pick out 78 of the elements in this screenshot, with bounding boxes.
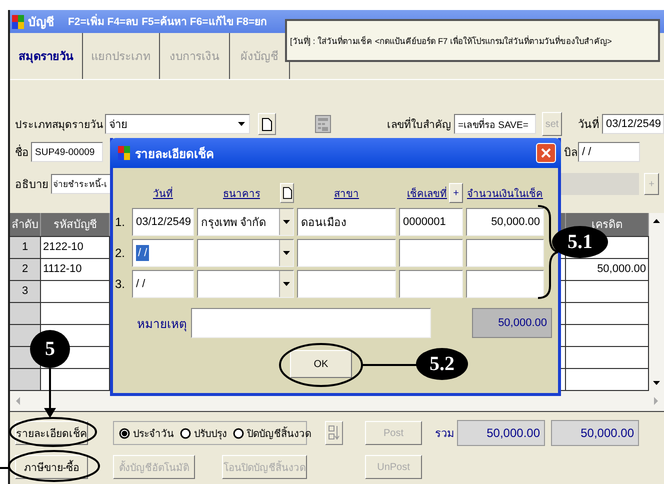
cheque-number-field[interactable] [399,270,463,298]
document-icon [262,118,272,130]
bill-field[interactable]: / / [578,142,640,162]
branch-field[interactable] [297,270,396,298]
document-icon [282,187,292,199]
sort-button[interactable] [325,421,343,445]
amount-field[interactable] [466,239,544,267]
cheque-number-field[interactable] [399,239,463,267]
field-label: อธิบาย [15,178,48,193]
app-icon [118,146,130,160]
name-field[interactable]: SUP49-00009 [31,142,103,162]
date-field[interactable]: 03/12/2549 [602,114,664,134]
column-header: สาขา [333,188,360,200]
amount-field[interactable] [466,270,544,298]
dropdown-arrow-icon [283,220,290,224]
dropdown-arrow-icon [283,282,290,286]
radio-option[interactable]: ปรับปรุง [180,426,227,440]
field-label: บิล [564,146,578,161]
close-button[interactable] [536,143,556,163]
branch-field[interactable] [297,239,396,267]
cheque-number-field[interactable]: 0000001 [399,208,463,236]
leader-line [0,467,9,469]
journal-type-dropdown[interactable]: จ่าย [105,114,250,134]
row-number: 2 [10,258,41,280]
cheque-date-field[interactable]: / / [132,270,194,298]
column-header: จำนวนเงินในเช็ค [466,186,544,200]
app-icon [12,14,24,28]
field-label: วันที่ [578,115,599,133]
cheque-date-field[interactable]: / / [132,239,194,267]
field-label: หมายเหตุ [136,316,187,334]
amount-field[interactable]: 50,000.00 [466,208,544,236]
window-title: บัญชี [28,14,54,31]
bank-dropdown[interactable] [197,270,294,298]
field-label: ประเภทสมุดรายวัน [15,118,103,132]
leader-line [362,364,417,366]
field-label: เลขที่ใบสำคัญ [387,116,451,132]
radio-icon[interactable] [233,428,244,438]
arrow [44,368,56,418]
voucher-number-field[interactable]: =เลขที่รอ SAVE= [454,114,536,134]
total-field: 50,000.00 [551,420,639,446]
column-header: ธนาคาร [223,188,260,200]
sort-icon [328,424,340,442]
new-document-button[interactable] [258,113,276,135]
tab[interactable]: สมุดรายวัน [10,33,83,79]
column-header: วันที่ [152,186,174,200]
dialog-title: รายละเอียดเช็ค [135,146,214,162]
close-icon [541,148,551,158]
row-number: 3. [115,276,126,293]
radio-icon[interactable] [119,428,130,438]
vertical-scrollbar[interactable] [649,213,664,391]
bank-dropdown[interactable] [197,239,294,267]
sales-purchase-tax-button[interactable]: ภาษีขาย-ซื้อ [15,455,88,479]
branch-field[interactable]: ดอนเมือง [297,208,396,236]
row-number: 1. [115,214,126,231]
dropdown-arrow-icon [238,122,245,126]
total-field: 50,000.00 [457,420,545,446]
ok-button[interactable]: OK [290,350,352,378]
remark-field[interactable] [191,308,431,338]
bank-dropdown[interactable]: กรุงเทพ จำกัด [197,208,294,236]
row-number: 3 [10,280,41,302]
dropdown-arrow-icon [283,251,290,255]
cheque-date-field[interactable]: 03/12/2549 [132,208,194,236]
radio-icon[interactable] [180,428,191,438]
total-field: 50,000.00 [472,308,552,338]
add-cheque-button[interactable]: + [449,183,463,203]
new-bank-button[interactable] [280,183,294,203]
column-header: เช็คเลขที่ [407,186,447,200]
radio-option[interactable]: ประจำวัน [119,426,174,440]
field-label: ชื่อ [15,143,29,161]
row-number: 1 [10,236,41,258]
row-number: 2. [115,245,126,262]
column-header: ลำดับ [10,213,41,236]
shortcut-hints: F2=เพิ่ม F4=ลบ F5=ค้นหา F6=แก้ไข F8=ยก [68,13,267,30]
radio-option[interactable]: ปิดบัญชีสิ้นงวด [233,426,311,440]
cheque-details-button[interactable]: รายละเอียดเช็ค [15,421,88,445]
tooltip: [วันที่] : ใส่วันที่ตามเช็ค <กดแป้นคีย์บอร์ด F7 เพื่อให้โปรแกรมใส่วันที่ตามวันที่ของใบสำคัญ> [285,19,660,62]
total-label: รวม [435,427,455,442]
calculator-icon[interactable] [315,115,331,133]
